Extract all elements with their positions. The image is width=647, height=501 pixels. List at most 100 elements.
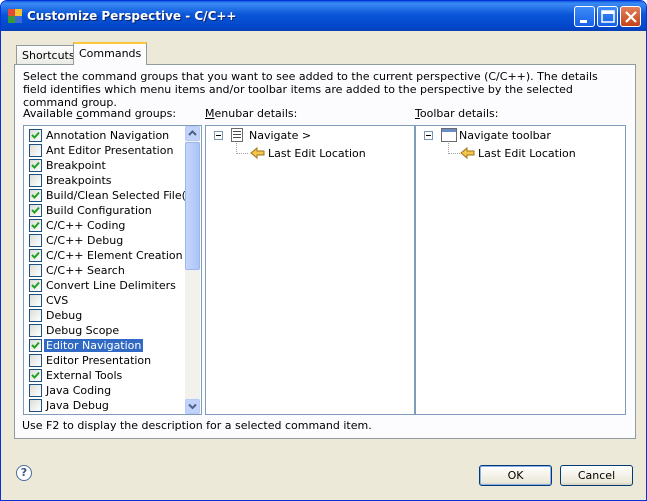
checkmark-icon: [31, 251, 40, 259]
checkmark-icon: [31, 131, 40, 139]
checkmark-icon: [31, 191, 40, 199]
checkbox-checked[interactable]: [29, 369, 42, 382]
available-command-groups-label: Available command groups:: [23, 107, 177, 120]
checkbox-checked[interactable]: [29, 129, 42, 142]
command-group-item[interactable]: Build Configuration: [24, 203, 184, 218]
checkbox-unchecked[interactable]: [29, 324, 42, 337]
checkmark-icon: [31, 341, 40, 349]
scroll-thumb[interactable]: [185, 142, 200, 270]
tree-line: [236, 153, 248, 154]
collapse-icon[interactable]: [214, 131, 223, 140]
checkmark-icon: [31, 371, 40, 379]
checkbox-unchecked[interactable]: [29, 309, 42, 322]
command-group-item[interactable]: C/C++ Element Creation: [24, 248, 184, 263]
toolbar-icon: [441, 128, 457, 142]
maximize-icon: [601, 10, 615, 23]
command-group-item[interactable]: Java Debug: [24, 398, 184, 413]
checkbox-unchecked[interactable]: [29, 144, 42, 157]
checkbox-unchecked[interactable]: [29, 234, 42, 247]
command-group-label: Convert Line Delimiters: [46, 279, 176, 292]
command-group-item[interactable]: External Tools: [24, 368, 184, 383]
command-group-label: C/C++ Element Creation: [46, 249, 183, 262]
collapse-icon[interactable]: [424, 131, 433, 140]
command-groups-list[interactable]: Java Debug Java Coding External Tools Edito…: [23, 125, 202, 415]
command-group-item[interactable]: C/C++ Debug: [24, 233, 184, 248]
command-group-item[interactable]: Debug Scope: [24, 323, 184, 338]
checkbox-unchecked[interactable]: [29, 174, 42, 187]
chevron-up-icon: [188, 130, 197, 136]
command-group-item[interactable]: CVS: [24, 293, 184, 308]
status-text: Use F2 to display the description for a …: [22, 419, 372, 432]
toolbar-details-tree[interactable]: Navigate toolbar Last Edit Location: [415, 125, 626, 415]
toolbar-tree-child[interactable]: Last Edit Location: [478, 147, 576, 160]
cancel-button[interactable]: Cancel: [560, 465, 633, 486]
command-groups-scrollbar[interactable]: [185, 126, 200, 414]
checkbox-unchecked[interactable]: [29, 264, 42, 277]
checkmark-icon: [31, 161, 40, 169]
command-group-item[interactable]: Build/Clean Selected File(s): [24, 188, 196, 203]
maximize-button[interactable]: [597, 6, 618, 27]
ok-button[interactable]: OK: [479, 465, 552, 486]
help-icon[interactable]: ?: [16, 465, 32, 481]
command-group-label: External Tools: [46, 369, 123, 382]
command-group-item[interactable]: Breakpoints: [24, 173, 184, 188]
command-group-item[interactable]: Debug: [24, 308, 184, 323]
command-group-label: Build Configuration: [46, 204, 152, 217]
minimize-icon: [580, 20, 587, 23]
command-group-label: C/C++ Debug: [46, 234, 124, 247]
checkbox-checked[interactable]: [29, 339, 42, 352]
checkbox-checked[interactable]: [29, 249, 42, 262]
command-group-label: Breakpoint: [46, 159, 106, 172]
title-bar[interactable]: Customize Perspective - C/C++: [1, 1, 646, 31]
command-group-label: Debug Scope: [46, 324, 120, 337]
checkbox-unchecked[interactable]: [29, 354, 42, 367]
checkbox-unchecked[interactable]: [29, 294, 42, 307]
window-title: Customize Perspective - C/C++: [27, 9, 237, 23]
checkbox-unchecked[interactable]: [29, 384, 42, 397]
checkbox-checked[interactable]: [29, 219, 42, 232]
back-arrow-icon: [250, 146, 265, 160]
minimize-button[interactable]: [574, 6, 595, 27]
command-group-item[interactable]: Breakpoint: [24, 158, 184, 173]
menubar-tree-root[interactable]: Navigate >: [249, 129, 311, 142]
tree-line: [448, 153, 460, 154]
menubar-tree-child[interactable]: Last Edit Location: [268, 147, 366, 160]
commands-tab-panel: Select the command groups that you want …: [14, 64, 636, 439]
toolbar-tree-root[interactable]: Navigate toolbar: [459, 129, 551, 142]
command-group-item[interactable]: C/C++ Search: [24, 263, 184, 278]
scroll-down-button[interactable]: [185, 399, 200, 414]
checkmark-icon: [31, 206, 40, 214]
command-group-label: Ant Editor Presentation: [46, 144, 174, 157]
command-group-label: Java Debug: [46, 399, 109, 412]
checkbox-checked[interactable]: [29, 159, 42, 172]
instructions-text: Select the command groups that you want …: [23, 70, 598, 109]
close-button[interactable]: [620, 6, 641, 27]
menubar-details-tree[interactable]: Navigate > Last Edit Location: [205, 125, 415, 415]
command-group-item[interactable]: C/C++ Coding: [24, 218, 184, 233]
command-group-item[interactable]: Editor Presentation: [24, 353, 184, 368]
command-group-label: C/C++ Search: [46, 264, 125, 277]
menu-icon: [231, 128, 243, 142]
checkmark-icon: [31, 281, 40, 289]
command-group-item[interactable]: Convert Line Delimiters: [24, 278, 184, 293]
command-group-label: Breakpoints: [46, 174, 112, 187]
dialog-content: Shortcuts Commands Select the command gr…: [4, 31, 643, 498]
tab-shortcuts[interactable]: Shortcuts: [16, 45, 81, 64]
command-group-item[interactable]: Annotation Navigation: [24, 128, 184, 143]
close-icon: [625, 11, 637, 23]
command-group-label: Java Coding: [46, 384, 112, 397]
eclipse-app-icon: [8, 9, 22, 23]
command-group-item[interactable]: Editor Navigation: [24, 338, 184, 353]
tab-commands[interactable]: Commands: [73, 42, 148, 65]
checkbox-checked[interactable]: [29, 204, 42, 217]
checkbox-checked[interactable]: [29, 279, 42, 292]
command-group-item[interactable]: Ant Editor Presentation: [24, 143, 184, 158]
chevron-down-icon: [188, 403, 197, 410]
command-group-label: CVS: [46, 294, 69, 307]
checkbox-unchecked[interactable]: [29, 399, 42, 412]
checkbox-checked[interactable]: [29, 189, 42, 202]
command-group-item[interactable]: Java Coding: [24, 383, 184, 398]
tree-line: [236, 140, 237, 154]
command-group-label: Build/Clean Selected File(s): [46, 189, 196, 202]
scroll-up-button[interactable]: [185, 126, 200, 141]
